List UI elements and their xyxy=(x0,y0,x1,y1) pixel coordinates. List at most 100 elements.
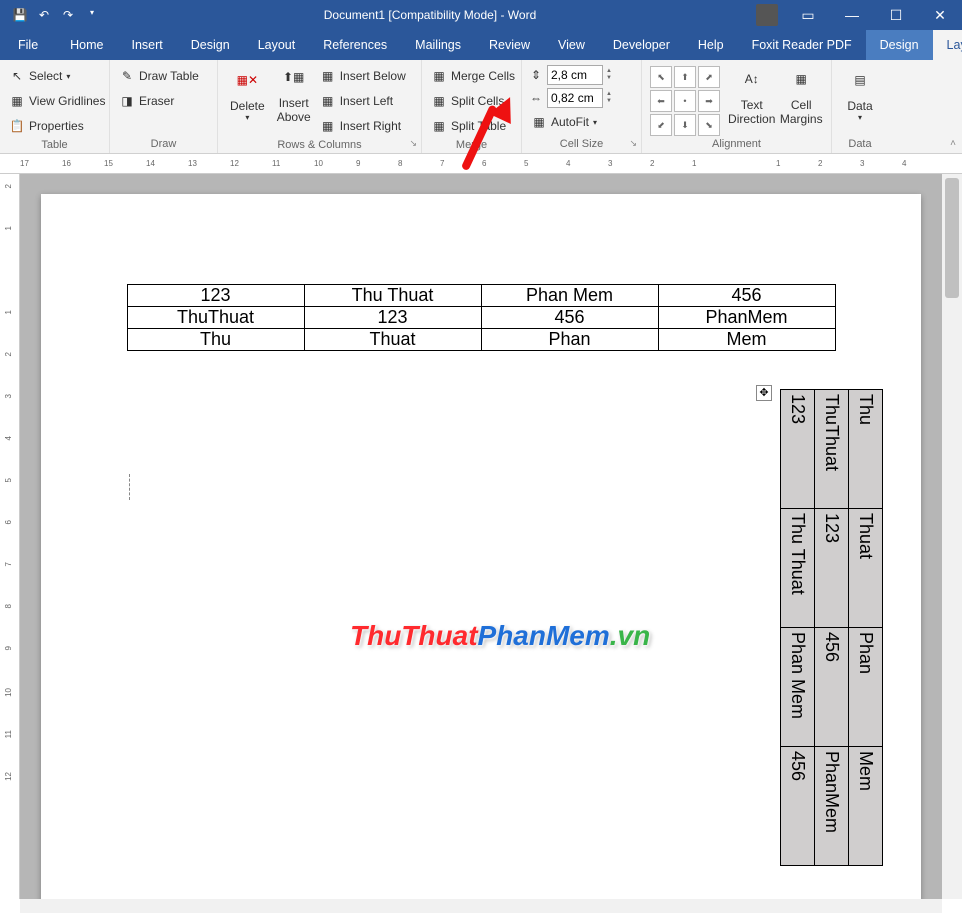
table-cell[interactable]: PhanMem xyxy=(658,307,835,329)
eraser-button[interactable]: ◨Eraser xyxy=(116,90,202,112)
table-cell[interactable]: Phan Mem xyxy=(781,628,815,747)
table-cell[interactable]: 123 xyxy=(781,390,815,509)
minimize-icon[interactable]: — xyxy=(830,7,874,24)
properties-icon: 📋 xyxy=(9,118,25,134)
align-bottom-right[interactable]: ⬊ xyxy=(698,114,720,136)
autofit-button[interactable]: ▦AutoFit ▾ xyxy=(528,111,612,133)
tab-help[interactable]: Help xyxy=(684,30,738,60)
row-height-input[interactable] xyxy=(547,65,603,85)
align-bottom-left[interactable]: ⬋ xyxy=(650,114,672,136)
tab-foxit[interactable]: Foxit Reader PDF xyxy=(738,30,866,60)
tab-tabletools-design[interactable]: Design xyxy=(866,30,933,60)
delete-button[interactable]: ▦✕Delete▾ xyxy=(224,62,271,132)
merge-icon: ▦ xyxy=(431,68,447,84)
dialog-launcher-icon[interactable]: ↘ xyxy=(409,138,417,149)
col-width-input[interactable] xyxy=(547,88,603,108)
table-cell[interactable]: 456 xyxy=(481,307,658,329)
table-cell[interactable]: ThuThuat xyxy=(127,307,304,329)
split-table-button[interactable]: ▦Split Table xyxy=(428,115,518,137)
table-cell[interactable]: Mem xyxy=(658,329,835,351)
select-button[interactable]: ↖Select ▾ xyxy=(6,65,108,87)
align-middle-right[interactable]: ➡ xyxy=(698,90,720,112)
data-icon: ▤ xyxy=(848,73,872,97)
merge-cells-button[interactable]: ▦Merge Cells xyxy=(428,65,518,87)
window-title: Document1 [Compatibility Mode] - Word xyxy=(104,8,756,22)
table-cell[interactable]: Phan xyxy=(849,628,883,747)
tab-review[interactable]: Review xyxy=(475,30,544,60)
dialog-launcher-icon[interactable]: ↘ xyxy=(629,138,637,149)
table-move-handle[interactable]: ✥ xyxy=(756,385,772,401)
undo-icon[interactable]: ↶ xyxy=(32,8,56,22)
table-cell[interactable]: 456 xyxy=(658,285,835,307)
cell-margins-button[interactable]: ▦Cell Margins xyxy=(777,64,825,134)
close-icon[interactable]: ✕ xyxy=(918,7,962,24)
align-middle-center[interactable]: • xyxy=(674,90,696,112)
table-cell[interactable]: 123 xyxy=(815,509,849,628)
save-icon[interactable]: 💾 xyxy=(8,8,32,22)
table-cell[interactable]: Phan xyxy=(481,329,658,351)
group-draw: ✎Draw Table ◨Eraser Draw xyxy=(110,60,218,153)
tab-design[interactable]: Design xyxy=(177,30,244,60)
collapse-ribbon-icon[interactable]: ˄ xyxy=(950,138,956,149)
table-cell[interactable]: PhanMem xyxy=(815,747,849,866)
table-cell[interactable]: 123 xyxy=(127,285,304,307)
spin-up[interactable]: ▲ xyxy=(606,91,612,98)
table-cell[interactable]: 123 xyxy=(304,307,481,329)
tab-mailings[interactable]: Mailings xyxy=(401,30,475,60)
tab-developer[interactable]: Developer xyxy=(599,30,684,60)
table-cell[interactable]: Thu xyxy=(849,390,883,509)
tab-view[interactable]: View xyxy=(544,30,599,60)
table-cell[interactable]: Thu Thuat xyxy=(304,285,481,307)
tab-home[interactable]: Home xyxy=(56,30,117,60)
table-cell[interactable]: Thuat xyxy=(849,509,883,628)
spin-down[interactable]: ▼ xyxy=(606,98,612,105)
table-cell[interactable]: ThuThuat xyxy=(815,390,849,509)
align-top-center[interactable]: ⬆ xyxy=(674,66,696,88)
spin-up[interactable]: ▲ xyxy=(606,68,612,75)
tab-references[interactable]: References xyxy=(309,30,401,60)
tab-tabletools-layout[interactable]: Layout xyxy=(933,30,962,60)
split-cells-button[interactable]: ▦Split Cells xyxy=(428,90,518,112)
insert-above-button[interactable]: ⬆▦Insert Above xyxy=(271,62,317,132)
tab-insert[interactable]: Insert xyxy=(118,30,177,60)
table-cell[interactable]: 456 xyxy=(815,628,849,747)
align-middle-left[interactable]: ⬅ xyxy=(650,90,672,112)
table-cell[interactable]: Thu Thuat xyxy=(781,509,815,628)
align-top-right[interactable]: ⬈ xyxy=(698,66,720,88)
align-top-left[interactable]: ⬉ xyxy=(650,66,672,88)
table-cell[interactable]: Thu xyxy=(127,329,304,351)
table-1[interactable]: 123Thu ThuatPhan Mem456ThuThuat123456Pha… xyxy=(127,284,836,351)
scrollbar-vertical[interactable] xyxy=(942,174,962,899)
page: 123Thu ThuatPhan Mem456ThuThuat123456Pha… xyxy=(41,194,921,899)
maximize-icon[interactable]: ☐ xyxy=(874,7,918,24)
ribbon-display-icon[interactable]: ▭ xyxy=(786,7,830,24)
spin-down[interactable]: ▼ xyxy=(606,75,612,82)
data-button[interactable]: ▤Data▾ xyxy=(838,62,882,132)
scroll-thumb[interactable] xyxy=(945,178,959,298)
insert-below-icon: ▦ xyxy=(320,68,336,84)
scrollbar-horizontal[interactable] xyxy=(20,899,942,913)
align-bottom-center[interactable]: ⬇ xyxy=(674,114,696,136)
view-gridlines-button[interactable]: ▦View Gridlines xyxy=(6,90,108,112)
insert-below-button[interactable]: ▦Insert Below xyxy=(317,65,409,87)
group-label: Draw xyxy=(116,136,211,153)
draw-table-button[interactable]: ✎Draw Table xyxy=(116,65,202,87)
ruler-horizontal[interactable]: 17161514131211109876543211234 xyxy=(0,154,962,174)
group-label: Table xyxy=(6,137,103,154)
table-cell[interactable]: 456 xyxy=(781,747,815,866)
properties-button[interactable]: 📋Properties xyxy=(6,115,108,137)
tab-file[interactable]: File xyxy=(0,30,56,60)
redo-icon[interactable]: ↷ xyxy=(56,8,80,22)
table-cell[interactable]: Phan Mem xyxy=(481,285,658,307)
table-2[interactable]: 123ThuThuatThuThu Thuat123ThuatPhan Mem4… xyxy=(780,389,883,866)
user-avatar[interactable] xyxy=(756,4,778,26)
ribbon-tabs: File Home Insert Design Layout Reference… xyxy=(0,30,962,60)
tab-layout[interactable]: Layout xyxy=(244,30,310,60)
table-cell[interactable]: Mem xyxy=(849,747,883,866)
qat-dropdown-icon[interactable]: ▾ xyxy=(80,8,104,22)
text-direction-button[interactable]: A↕Text Direction xyxy=(726,64,777,134)
ruler-vertical[interactable]: 21123456789101112 xyxy=(0,174,20,899)
insert-left-button[interactable]: ▦Insert Left xyxy=(317,90,409,112)
insert-right-button[interactable]: ▦Insert Right xyxy=(317,115,409,137)
table-cell[interactable]: Thuat xyxy=(304,329,481,351)
